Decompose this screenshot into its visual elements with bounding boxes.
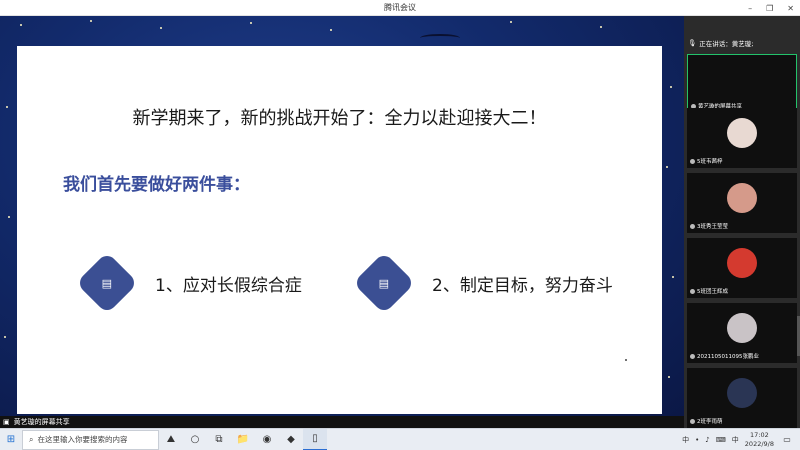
- app-icon[interactable]: ▯: [303, 428, 327, 450]
- speaking-indicator: 🎙 正在讲话：黄艺璇;: [684, 34, 800, 52]
- participant-tile[interactable]: 黄艺璇的屏幕共享: [687, 54, 797, 114]
- slide-item-label: 1、应对长假综合症: [155, 275, 302, 296]
- participant-name-row: 2班李雨萌: [690, 417, 723, 425]
- share-caption-label: 黄艺璇的屏幕共享: [13, 418, 70, 426]
- tray-item[interactable]: 中: [682, 435, 689, 445]
- participant-panel: 🎙 正在讲话：黄艺璇; 黄艺璇的屏幕共享 5班韦茜梓 3班秀王莹莹 5班团王辉成: [684, 16, 800, 428]
- document-icon: ▤: [378, 276, 390, 290]
- mic-icon: 🎙: [688, 39, 697, 47]
- participant-tile[interactable]: 2021105011095张鹏业: [687, 303, 797, 363]
- participant-tile[interactable]: 2班李雨萌: [687, 368, 797, 428]
- edge-browser-icon[interactable]: ◉: [255, 429, 279, 450]
- participant-name: 2班李雨萌: [697, 419, 723, 425]
- taskbar-clock[interactable]: 17:02 2022/9/8: [745, 431, 774, 449]
- search-icon: ⌕: [29, 434, 34, 444]
- task-view-icon[interactable]: ⧉: [207, 429, 231, 450]
- participant-name-row: 2021105011095张鹏业: [690, 352, 759, 360]
- avatar: [727, 248, 757, 278]
- tencent-meeting-icon[interactable]: ◆: [279, 429, 303, 450]
- mic-icon: [690, 353, 695, 359]
- cortana-icon[interactable]: ○: [183, 429, 207, 450]
- minimize-button[interactable]: –: [748, 4, 752, 13]
- mic-icon: [690, 418, 695, 424]
- taskbar-search-input[interactable]: ⌕ 在这里输入你要搜索的内容: [22, 429, 159, 450]
- landscape-widget-icon[interactable]: ⛰: [159, 429, 183, 450]
- participant-name: 2021105011095张鹏业: [697, 354, 759, 360]
- slide-dot: [625, 359, 627, 361]
- search-placeholder: 在这里输入你要搜索的内容: [37, 435, 128, 444]
- mic-icon: [690, 223, 695, 229]
- slide-title: 新学期来了，新的挑战开始了：全力以赴迎接大二！: [132, 108, 547, 129]
- share-caption-bar: ▣ 黄艺璇的屏幕共享: [0, 416, 684, 428]
- slide-item-1: ▤ 1、应对长假综合症: [75, 251, 302, 315]
- participant-name-row: 5班团王辉成: [690, 287, 728, 295]
- file-explorer-icon[interactable]: 📁: [231, 429, 255, 450]
- taskbar: ⊞ ⌕ 在这里输入你要搜索的内容 ⛰ ○ ⧉ 📁 ◉ ◆ ▯ 中 • ♪ ⌨ 中…: [0, 428, 800, 450]
- participant-name-row: 3班秀王莹莹: [690, 222, 728, 230]
- diamond-badge: ▤: [352, 251, 416, 315]
- participant-name: 3班秀王莹莹: [697, 224, 728, 230]
- participant-tile[interactable]: 5班韦茜梓: [687, 108, 797, 168]
- window-titlebar: 腾讯会议 – ❐ ✕: [0, 0, 800, 16]
- slide-item-2: ▤ 2、制定目标，努力奋斗: [352, 251, 613, 315]
- clock-date: 2022/9/8: [744, 439, 774, 448]
- bird-decoration: [420, 34, 460, 42]
- mic-icon: [690, 158, 695, 164]
- participant-name: 5班韦茜梓: [697, 159, 723, 165]
- maximize-button[interactable]: ❐: [766, 4, 773, 13]
- avatar: [727, 183, 757, 213]
- participant-tile[interactable]: 5班团王辉成: [687, 238, 797, 298]
- shared-screen: 新学期来了，新的挑战开始了：全力以赴迎接大二！ 我们首先要做好两件事： ▤ 1、…: [0, 16, 684, 416]
- tray-item[interactable]: ♪: [705, 436, 709, 444]
- screen-share-icon: ▣: [3, 418, 10, 426]
- window-title: 腾讯会议: [384, 3, 416, 12]
- slide-subtitle: 我们首先要做好两件事：: [63, 175, 250, 195]
- close-button[interactable]: ✕: [787, 4, 794, 13]
- clock-time: 17:02: [750, 430, 769, 439]
- notification-icon[interactable]: ▭: [780, 433, 794, 447]
- participant-name-row: 5班韦茜梓: [690, 157, 723, 165]
- windows-start-button[interactable]: ⊞: [0, 429, 22, 450]
- slide-item-label: 2、制定目标，努力奋斗: [432, 275, 613, 296]
- window-controls: – ❐ ✕: [748, 0, 794, 16]
- tray-item[interactable]: ⌨: [716, 436, 726, 444]
- speaking-label: 正在讲话：黄艺璇;: [699, 40, 754, 48]
- mic-icon: [690, 288, 695, 294]
- ime-indicator[interactable]: 中: [732, 435, 739, 445]
- presentation-slide: 新学期来了，新的挑战开始了：全力以赴迎接大二！ 我们首先要做好两件事： ▤ 1、…: [17, 46, 662, 414]
- avatar: [727, 313, 757, 343]
- tray-item[interactable]: •: [695, 436, 699, 444]
- diamond-badge: ▤: [75, 251, 139, 315]
- avatar: [727, 118, 757, 148]
- participant-name: 5班团王辉成: [697, 289, 728, 295]
- document-icon: ▤: [101, 276, 113, 290]
- system-tray: 中 • ♪ ⌨ 中 17:02 2022/9/8 ▭: [682, 431, 800, 449]
- participant-tile[interactable]: 3班秀王莹莹: [687, 173, 797, 233]
- avatar: [727, 378, 757, 408]
